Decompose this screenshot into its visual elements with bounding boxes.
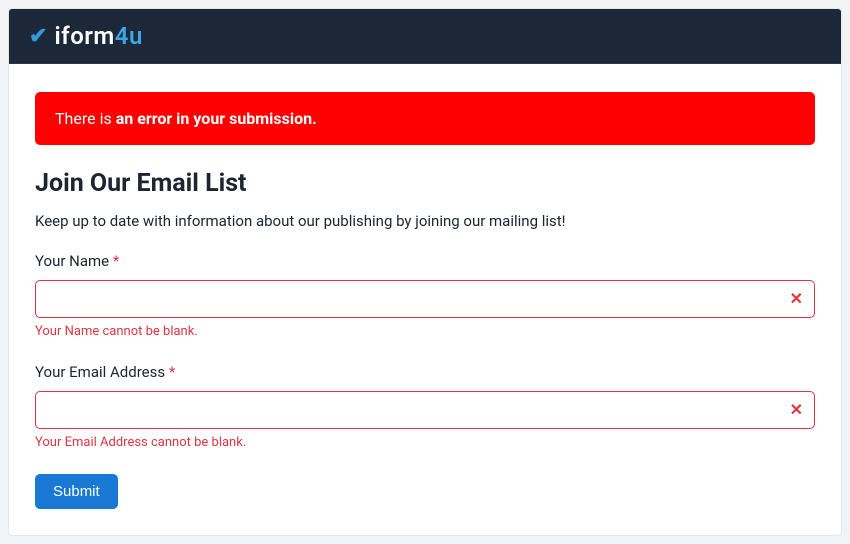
logo-text-iform: iform	[54, 22, 114, 50]
email-error-message: Your Email Address cannot be blank.	[35, 435, 815, 450]
name-label: Your Name *	[35, 252, 815, 270]
logo-text-4u: 4u	[115, 22, 143, 50]
alert-strong: an error in your submission.	[116, 109, 317, 128]
close-icon: ✕	[790, 402, 803, 418]
page-description: Keep up to date with information about o…	[35, 212, 815, 230]
name-field-group: Your Name * ✕ Your Name cannot be blank.	[35, 252, 815, 339]
name-input[interactable]	[35, 280, 815, 318]
content: There is an error in your submission. Jo…	[9, 64, 841, 535]
name-error-message: Your Name cannot be blank.	[35, 324, 815, 339]
check-icon: ✔	[29, 24, 47, 49]
main-container: ✔ iform4u There is an error in your subm…	[8, 8, 842, 536]
required-asterisk: *	[169, 363, 175, 381]
close-icon: ✕	[790, 291, 803, 307]
page-title: Join Our Email List	[35, 169, 815, 198]
logo: ✔ iform4u	[29, 22, 821, 50]
email-input[interactable]	[35, 391, 815, 429]
email-label-text: Your Email Address	[35, 363, 169, 381]
email-label: Your Email Address *	[35, 363, 815, 381]
header: ✔ iform4u	[9, 9, 841, 64]
submit-button[interactable]: Submit	[35, 474, 118, 509]
alert-prefix: There is	[55, 109, 116, 128]
required-asterisk: *	[113, 252, 119, 270]
email-field-group: Your Email Address * ✕ Your Email Addres…	[35, 363, 815, 450]
name-input-wrapper: ✕	[35, 280, 815, 318]
error-alert: There is an error in your submission.	[35, 92, 815, 145]
name-label-text: Your Name	[35, 252, 113, 270]
email-input-wrapper: ✕	[35, 391, 815, 429]
